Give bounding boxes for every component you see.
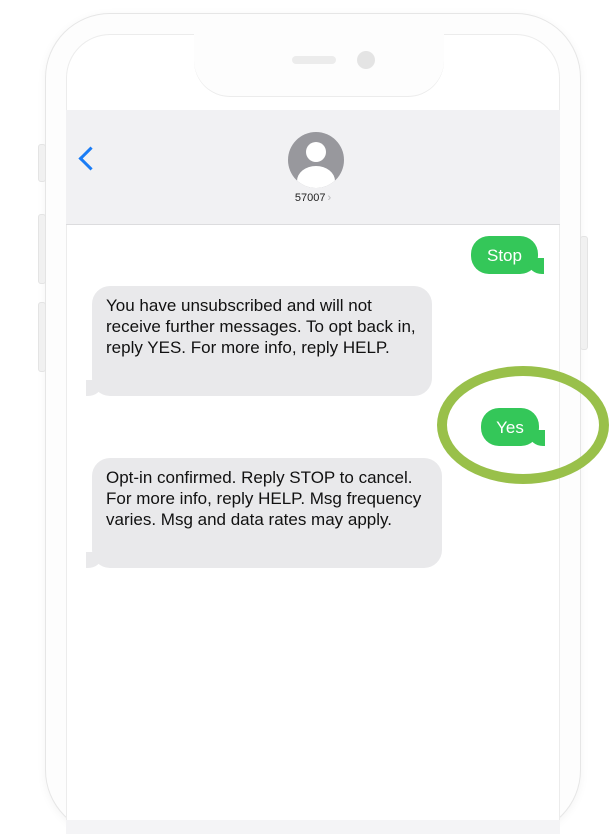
- phone-notch: [194, 34, 444, 96]
- chevron-left-icon[interactable]: [78, 146, 103, 171]
- contact-name[interactable]: 57007 ›: [66, 192, 560, 204]
- speaker-grille: [292, 56, 336, 64]
- message-text: Stop: [487, 246, 522, 265]
- power-button: [580, 236, 588, 350]
- front-camera: [357, 51, 375, 69]
- chevron-right-icon: ›: [327, 192, 332, 204]
- message-bubble-outgoing[interactable]: Stop: [471, 236, 544, 274]
- message-text: You have unsubscribed and will not recei…: [106, 296, 416, 357]
- message-bubble-incoming[interactable]: You have unsubscribed and will not recei…: [86, 286, 432, 396]
- volume-up-button: [38, 214, 46, 284]
- person-icon: [306, 142, 326, 162]
- input-bar: [66, 820, 560, 834]
- message-bubble-incoming[interactable]: Opt-in confirmed. Reply STOP to cancel. …: [86, 458, 442, 568]
- conversation-header: 57007 ›: [66, 110, 560, 225]
- message-text: Opt-in confirmed. Reply STOP to cancel. …: [106, 468, 422, 529]
- person-icon-body: [297, 166, 335, 188]
- volume-down-button: [38, 302, 46, 372]
- contact-name-label: 57007: [294, 192, 326, 204]
- highlight-ring: [437, 366, 609, 484]
- mute-switch: [38, 144, 46, 182]
- contact-avatar[interactable]: [288, 132, 344, 188]
